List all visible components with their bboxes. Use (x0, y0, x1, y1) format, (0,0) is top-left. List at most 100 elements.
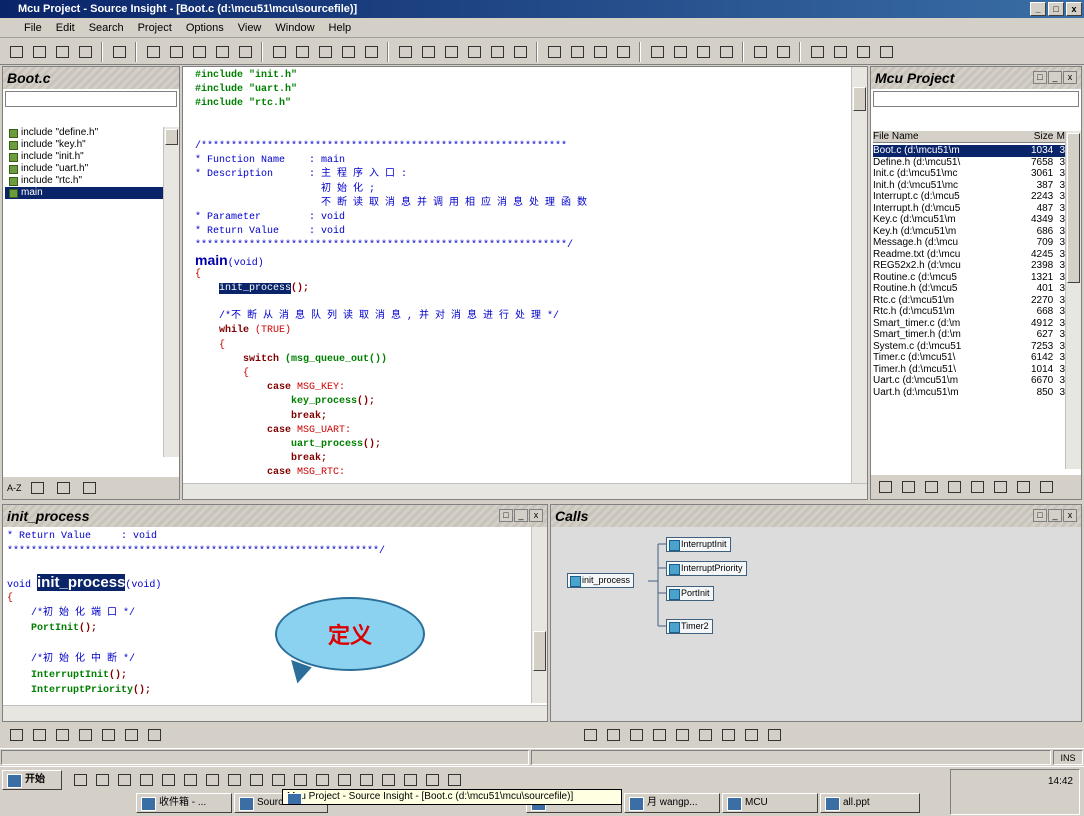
file-row[interactable]: Key.c (d:\mcu51\m 4349 3 (873, 214, 1065, 226)
menu-help[interactable]: Help (327, 22, 354, 34)
editor-vertical-scrollbar[interactable] (851, 67, 867, 483)
layout2-icon[interactable] (670, 42, 690, 62)
context-horizontal-scrollbar[interactable] (3, 705, 547, 721)
app-icon[interactable] (356, 770, 376, 790)
undo-icon[interactable] (212, 42, 232, 62)
layout-icon[interactable] (647, 42, 667, 62)
app-icon[interactable] (290, 770, 310, 790)
zoom-icon[interactable] (741, 725, 761, 745)
forward-icon[interactable] (1036, 477, 1056, 497)
open-file-icon[interactable] (29, 42, 49, 62)
app-icon[interactable] (246, 770, 266, 790)
close-button[interactable]: x (1066, 2, 1082, 16)
file-row[interactable]: Init.c (d:\mcu51\mc 3061 3 (873, 168, 1065, 180)
relation-icon[interactable] (921, 477, 941, 497)
redo-icon[interactable] (235, 42, 255, 62)
task-all-ppt[interactable]: all.ppt (820, 793, 920, 813)
help-icon[interactable] (830, 42, 850, 62)
editor-window[interactable]: #include "init.h" #include "uart.h" #inclu… (182, 66, 868, 500)
pane-close-button[interactable]: x (1063, 71, 1077, 84)
file-row[interactable]: System.c (d:\mcu51 7253 3 (873, 341, 1065, 353)
lookup-icon[interactable] (315, 42, 335, 62)
menu-file[interactable]: File (22, 22, 44, 34)
call-graph-root[interactable]: init_process (567, 573, 635, 588)
paste-icon[interactable] (189, 42, 209, 62)
lock-icon[interactable] (649, 725, 669, 745)
settings-icon[interactable] (144, 725, 164, 745)
project-filter-input[interactable] (873, 91, 1079, 107)
dock-button[interactable]: □ (499, 509, 513, 522)
relation-icon[interactable] (590, 42, 610, 62)
dock-button[interactable]: □ (1033, 509, 1047, 522)
file-row[interactable]: Uart.h (d:\mcu51\m 850 3 (873, 387, 1065, 399)
file-row[interactable]: Key.h (d:\mcu51\m 686 3 (873, 226, 1065, 238)
file-row[interactable]: Smart_timer.h (d:\m 627 3 (873, 329, 1065, 341)
tree-icon[interactable] (967, 477, 987, 497)
info-icon[interactable] (876, 42, 896, 62)
minimize-button[interactable]: _ (1030, 2, 1046, 16)
file-row[interactable]: Readme.txt (d:\mcu 4245 3 (873, 249, 1065, 261)
pane-minimize-button[interactable]: _ (514, 509, 528, 522)
symbol-filter-input[interactable] (5, 91, 177, 107)
arrow-icon[interactable] (807, 42, 827, 62)
app-icon[interactable] (158, 770, 178, 790)
graph-icon[interactable] (718, 725, 738, 745)
layout-icon[interactable] (944, 477, 964, 497)
bookmark-icon[interactable] (395, 42, 415, 62)
print-icon[interactable] (109, 42, 129, 62)
menu-options[interactable]: Options (184, 22, 226, 34)
header-m[interactable]: M (1053, 131, 1065, 142)
file-row[interactable]: Rtc.c (d:\mcu51\m 2270 3 (873, 295, 1065, 307)
menu-view[interactable]: View (236, 22, 264, 34)
browse-icon[interactable] (875, 477, 895, 497)
file-row[interactable]: Message.h (d:\mcu 709 3 (873, 237, 1065, 249)
menu-project[interactable]: Project (136, 22, 174, 34)
pane-minimize-button[interactable]: _ (1048, 509, 1062, 522)
symbol-item[interactable]: include "rtc.h" (5, 175, 163, 187)
tree-icon[interactable] (54, 478, 74, 498)
relation-icon[interactable] (75, 725, 95, 745)
settings-icon[interactable] (672, 725, 692, 745)
symbol-item[interactable]: include "key.h" (5, 139, 163, 151)
bookmark-next-icon[interactable] (418, 42, 438, 62)
app-icon[interactable] (378, 770, 398, 790)
search-files-icon[interactable] (292, 42, 312, 62)
app-icon[interactable] (334, 770, 354, 790)
app-icon[interactable] (202, 770, 222, 790)
new-file-icon[interactable] (6, 42, 26, 62)
cut-icon[interactable] (143, 42, 163, 62)
start-button[interactable]: 开始 (2, 770, 62, 790)
browse-icon[interactable] (580, 725, 600, 745)
symbol-icon[interactable] (898, 477, 918, 497)
layout4-icon[interactable] (716, 42, 736, 62)
browse-icon[interactable] (80, 478, 100, 498)
call-node-interruptinit[interactable]: InterruptInit (666, 537, 731, 552)
file-row[interactable]: Uart.c (d:\mcu51\m 6670 3 (873, 375, 1065, 387)
file-row[interactable]: Rtc.h (d:\mcu51\m 668 3 (873, 306, 1065, 318)
app-icon[interactable] (400, 770, 420, 790)
file-row[interactable]: Interrupt.h (d:\mcu5 487 3 (873, 203, 1065, 215)
tree-icon[interactable] (695, 725, 715, 745)
app-icon[interactable] (422, 770, 442, 790)
symbol-item[interactable]: include "uart.h" (5, 163, 163, 175)
forward-icon[interactable] (464, 42, 484, 62)
browse-icon[interactable] (544, 42, 564, 62)
layout-icon[interactable] (52, 725, 72, 745)
file-row[interactable]: Routine.c (d:\mcu5 1321 3 (873, 272, 1065, 284)
file-row[interactable]: Init.h (d:\mcu51\mc 387 3 (873, 180, 1065, 192)
back-icon[interactable] (1013, 477, 1033, 497)
split-icon[interactable] (510, 42, 530, 62)
zoom-icon[interactable] (98, 725, 118, 745)
symbol-item[interactable]: include "define.h" (5, 127, 163, 139)
config-icon[interactable] (764, 725, 784, 745)
sync-icon[interactable] (750, 42, 770, 62)
back-icon[interactable] (441, 42, 461, 62)
save-all-icon[interactable] (75, 42, 95, 62)
symbol-item[interactable]: include "init.h" (5, 151, 163, 163)
symbol-list-scrollbar[interactable] (163, 127, 179, 457)
copy-icon[interactable] (166, 42, 186, 62)
app-icon[interactable] (180, 770, 200, 790)
app-icon[interactable] (268, 770, 288, 790)
menu-edit[interactable]: Edit (54, 22, 77, 34)
project-icon[interactable] (613, 42, 633, 62)
